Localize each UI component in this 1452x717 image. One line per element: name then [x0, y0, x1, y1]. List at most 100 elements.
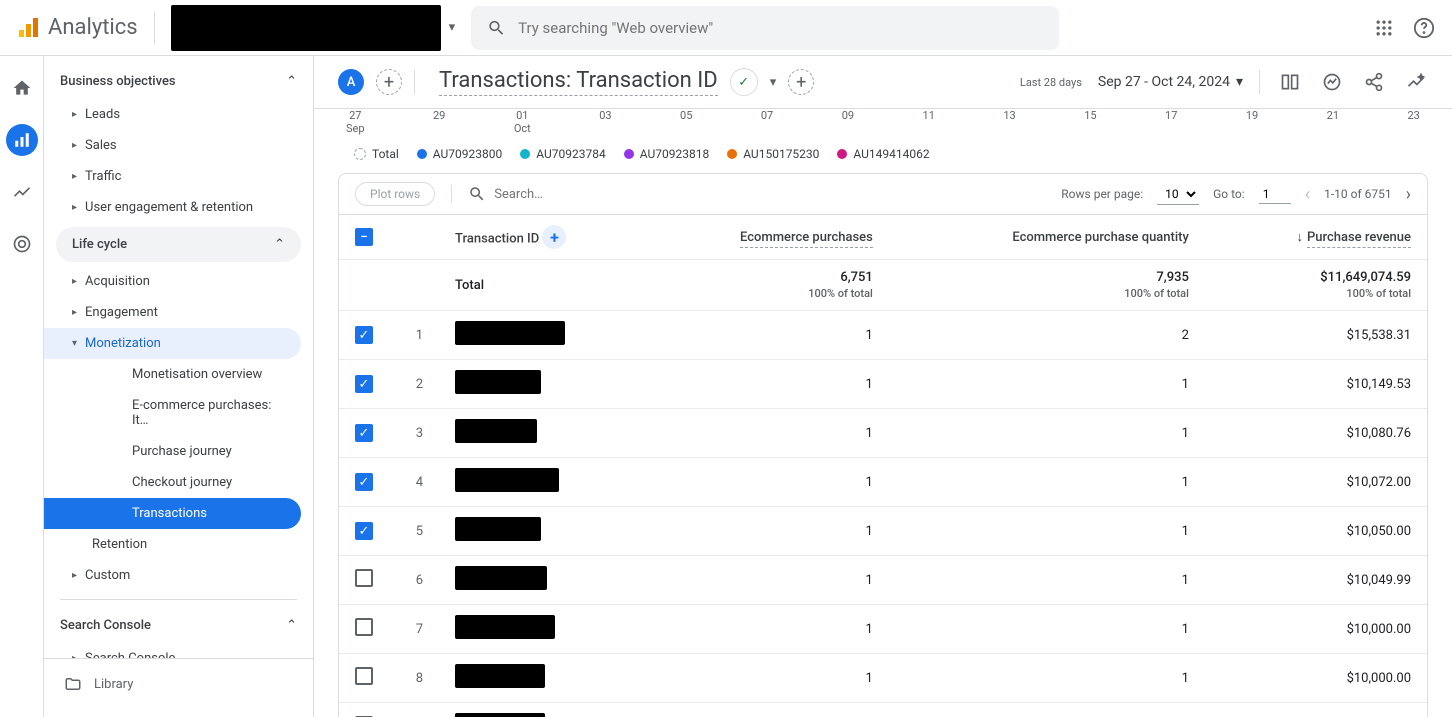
table-row[interactable]: 8 11$10,000.00 — [339, 654, 1427, 703]
legend-item[interactable]: Total — [354, 147, 399, 161]
select-all-checkbox[interactable]: − — [355, 228, 373, 246]
table-row[interactable]: ✓ 2 11$10,149.53 — [339, 360, 1427, 409]
chevron-up-icon: ⌃ — [286, 74, 297, 89]
axis-tick: 01Oct — [514, 109, 531, 135]
nav-monetization[interactable]: ▾Monetization — [44, 328, 301, 359]
table-search[interactable] — [451, 185, 694, 203]
app-name: Analytics — [48, 15, 138, 40]
redacted-txid — [455, 468, 559, 492]
axis-tick: 11 — [923, 109, 935, 135]
col-transaction-id[interactable]: Transaction ID + — [439, 215, 639, 260]
nav-ecommerce-purchases[interactable]: E-commerce purchases: It… — [44, 390, 301, 436]
axis-tick: 29 — [433, 109, 445, 135]
date-range-picker[interactable]: Sep 27 - Oct 24, 2024 ▾ — [1098, 74, 1243, 90]
add-card-button[interactable]: + — [788, 69, 814, 95]
search-input[interactable] — [518, 19, 1043, 37]
axis-tick: 27Sep — [346, 109, 365, 135]
table-row[interactable]: 9 11$10,000.00 — [339, 703, 1427, 717]
redacted-txid — [455, 713, 545, 717]
go-to-input[interactable] — [1259, 185, 1291, 204]
insights-sparkle-icon[interactable] — [1404, 70, 1428, 94]
rows-per-page-select[interactable]: 10 — [1157, 184, 1199, 205]
legend-item[interactable]: AU70923800 — [417, 147, 502, 161]
help-icon[interactable] — [1412, 16, 1436, 40]
nav-engagement[interactable]: ▸Engagement — [44, 297, 301, 328]
insights-icon[interactable] — [1320, 70, 1344, 94]
nav-transactions[interactable]: Transactions — [44, 498, 301, 529]
global-search[interactable] — [471, 6, 1059, 50]
date-range-label: Last 28 days — [1020, 76, 1082, 89]
col-revenue[interactable]: ↓Purchase revenue — [1205, 215, 1427, 260]
col-purchases[interactable]: Ecommerce purchases — [639, 215, 889, 260]
axis-tick: 15 — [1084, 109, 1096, 135]
axis-tick: 17 — [1165, 109, 1177, 135]
table-row[interactable]: ✓ 4 11$10,072.00 — [339, 458, 1427, 507]
table-row[interactable]: ✓ 1 12$15,538.31 — [339, 311, 1427, 360]
nav-checkout-journey[interactable]: Checkout journey — [44, 467, 301, 498]
section-life-cycle[interactable]: Life cycle ⌃ — [56, 227, 301, 262]
axis-tick: 05 — [680, 109, 692, 135]
add-segment-button[interactable]: + — [376, 69, 402, 95]
axis-tick: 13 — [1003, 109, 1015, 135]
nav-sales[interactable]: ▸Sales — [44, 130, 301, 161]
table-row[interactable]: ✓ 5 11$10,050.00 — [339, 507, 1427, 556]
redacted-txid — [455, 321, 565, 345]
row-checkbox[interactable]: ✓ — [355, 424, 373, 442]
library-link[interactable]: Library — [44, 658, 313, 709]
section-search-console[interactable]: Search Console ⌃ — [44, 608, 313, 643]
legend-item[interactable]: AU70923818 — [624, 147, 709, 161]
rail-explore[interactable] — [6, 176, 38, 208]
nav-leads[interactable]: ▸Leads — [44, 99, 301, 130]
section-label: Search Console — [60, 618, 151, 633]
legend-item[interactable]: AU150175230 — [727, 147, 819, 161]
data-table: − Transaction ID + Ecommerce purchases E… — [339, 215, 1427, 717]
share-icon[interactable] — [1362, 70, 1386, 94]
chevron-left-icon[interactable]: ‹ — [1305, 184, 1310, 205]
row-checkbox[interactable]: ✓ — [355, 522, 373, 540]
nav-retention[interactable]: Retention — [44, 529, 301, 560]
nav-acquisition[interactable]: ▸Acquisition — [44, 266, 301, 297]
arrow-icon: ▸ — [72, 276, 77, 287]
nav-monetisation-overview[interactable]: Monetisation overview — [44, 359, 301, 390]
table-row[interactable]: 6 11$10,049.99 — [339, 556, 1427, 605]
row-checkbox[interactable] — [355, 569, 373, 587]
chevron-right-icon[interactable]: › — [1406, 184, 1411, 205]
table-toolbar: Plot rows Rows per page: 10 Go to: ‹ 1-1… — [339, 174, 1427, 215]
add-dimension-icon[interactable]: + — [542, 225, 566, 249]
rail-advertising[interactable] — [6, 228, 38, 260]
row-checkbox[interactable]: ✓ — [355, 375, 373, 393]
legend-item[interactable]: AU70923784 — [520, 147, 605, 161]
report-title[interactable]: Transactions: Transaction ID — [439, 68, 718, 96]
row-checkbox[interactable] — [355, 618, 373, 636]
chevron-down-icon[interactable]: ▾ — [770, 75, 777, 90]
section-label: Business objectives — [60, 74, 176, 89]
rail-home[interactable] — [6, 72, 38, 104]
row-checkbox[interactable]: ✓ — [355, 326, 373, 344]
nav-search-console[interactable]: ▸Search Console — [44, 643, 301, 658]
nav-user-engagement[interactable]: ▸User engagement & retention — [44, 192, 301, 223]
nav-custom[interactable]: ▸Custom — [44, 560, 301, 591]
nav-traffic[interactable]: ▸Traffic — [44, 161, 301, 192]
data-table-card: Plot rows Rows per page: 10 Go to: ‹ 1-1… — [338, 173, 1428, 717]
row-checkbox[interactable] — [355, 667, 373, 685]
legend-item[interactable]: AU149414062 — [837, 147, 929, 161]
arrow-icon: ▸ — [72, 140, 77, 151]
segment-chip[interactable]: A — [338, 69, 364, 95]
table-row[interactable]: ✓ 3 11$10,080.76 — [339, 409, 1427, 458]
table-search-input[interactable] — [494, 187, 694, 202]
row-checkbox[interactable]: ✓ — [355, 473, 373, 491]
redacted-txid — [455, 517, 541, 541]
sidebar: Business objectives ⌃ ▸Leads ▸Sales ▸Tra… — [44, 56, 314, 717]
plot-rows-button[interactable]: Plot rows — [355, 182, 435, 206]
rail-reports[interactable] — [6, 124, 38, 156]
compare-icon[interactable] — [1278, 70, 1302, 94]
chevron-up-icon: ⌃ — [286, 618, 297, 633]
table-row[interactable]: 7 11$10,000.00 — [339, 605, 1427, 654]
nav-purchase-journey[interactable]: Purchase journey — [44, 436, 301, 467]
check-badge[interactable]: ✓ — [730, 68, 758, 96]
section-business-objectives[interactable]: Business objectives ⌃ — [44, 64, 313, 99]
property-selector[interactable]: ▾ — [171, 5, 456, 51]
col-quantity[interactable]: Ecommerce purchase quantity — [889, 215, 1205, 260]
app-logo[interactable]: Analytics — [16, 15, 138, 40]
apps-icon[interactable] — [1372, 16, 1396, 40]
